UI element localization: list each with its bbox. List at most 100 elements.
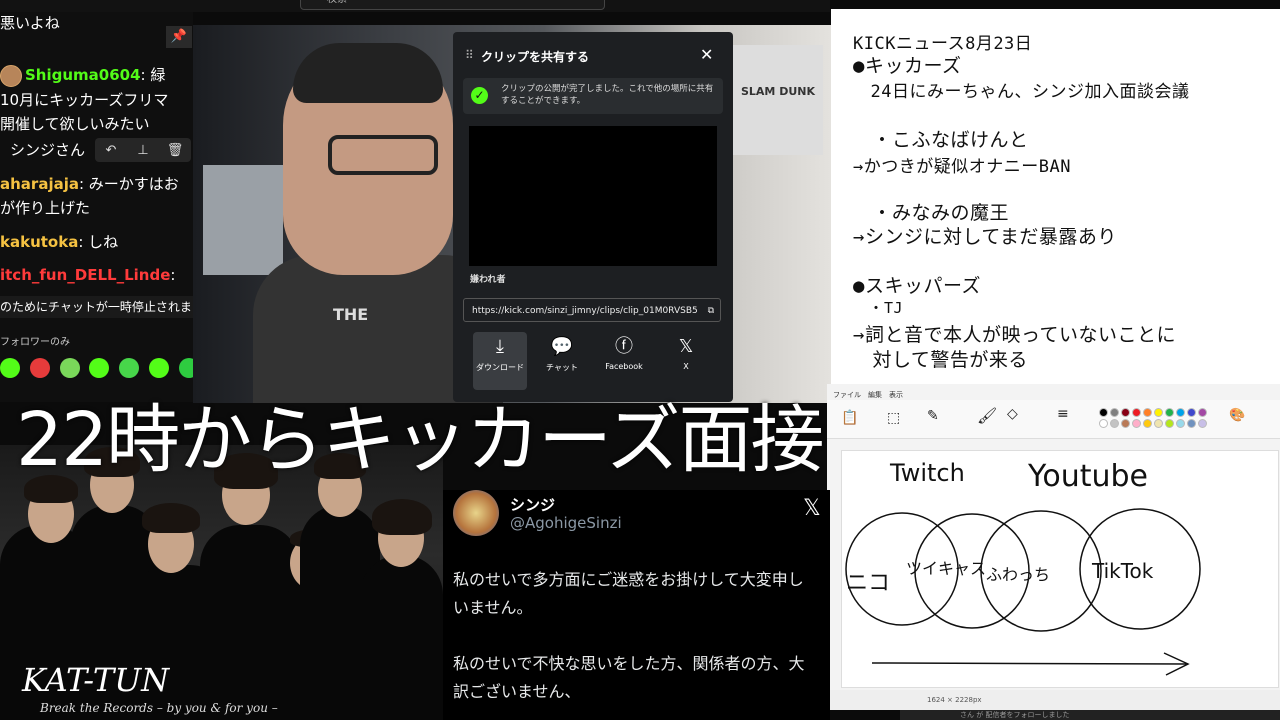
chat-text: 悪いよね <box>0 14 60 32</box>
paint-canvas[interactable]: Twitch Youtube ニコ ツイキャス ふわっち TikTok <box>841 450 1279 688</box>
brush-icon[interactable]: 🖌 <box>977 406 997 425</box>
color-swatch[interactable] <box>1154 408 1163 417</box>
chat-message: 10月にキッカーズフリマ <box>0 89 193 111</box>
shapes-icon[interactable]: ◇ <box>1007 406 1018 422</box>
drag-handle-icon[interactable]: ⠿ <box>465 48 474 62</box>
chat-mode-label: フォロワーのみ <box>0 332 193 354</box>
follow-notification: さん が 配信者をフォローしました <box>900 710 1280 720</box>
copy-icon[interactable]: ⧉ <box>708 299 714 321</box>
shelf <box>203 165 283 275</box>
clip-preview[interactable] <box>469 126 717 266</box>
chat-panel: 悪いよね 📌 Shiguma0604: 緑 10月にキッカーズフリマ 開催して欲… <box>0 12 193 402</box>
search-input[interactable]: 検索 <box>300 0 605 10</box>
emote-icon[interactable] <box>178 357 193 378</box>
tweet-card: シンジ @AgohigeSinzi 𝕏 私のせいで多方面にご迷惑をお掛けして大変… <box>443 490 830 720</box>
pin-icon[interactable]: ⊥ <box>127 139 159 163</box>
color-swatch[interactable] <box>1154 419 1163 428</box>
chat-message: kakutoka: しね <box>0 231 193 253</box>
color-swatch[interactable] <box>1099 419 1108 428</box>
chat-text: : 緑 <box>140 66 166 84</box>
color-swatch[interactable] <box>1187 408 1196 417</box>
success-text: クリップの公開が完了しました。これで他の場所に共有することができます。 <box>501 84 714 106</box>
emote-icon[interactable] <box>89 357 110 378</box>
emote-bar <box>0 356 193 378</box>
hair <box>142 503 200 533</box>
pin-icon[interactable]: 📌 <box>166 26 192 48</box>
x-icon: 𝕏 <box>678 336 694 357</box>
chat-username[interactable]: kakutoka <box>0 233 78 251</box>
news-line: ●キッカーズ <box>853 55 962 77</box>
poster: SLAM DUNK <box>733 45 823 155</box>
color-swatch[interactable] <box>1132 419 1141 428</box>
color-swatch[interactable] <box>1143 419 1152 428</box>
avatar[interactable] <box>453 490 499 536</box>
color-swatch[interactable] <box>1198 419 1207 428</box>
color-swatch[interactable] <box>1176 419 1185 428</box>
overlay-caption: 22時からキッカーズ面接 <box>16 397 824 483</box>
tweet-body: 私のせいで多方面にご迷惑をお掛けして大変申し いません。 私のせいで不快な思いを… <box>453 570 805 701</box>
tweet-author-handle[interactable]: @AgohigeSinzi <box>510 514 622 532</box>
emote-icon[interactable] <box>148 357 169 378</box>
chat-text: 開催して欲しいみたい <box>0 115 150 133</box>
download-icon: ⤓ <box>496 336 504 357</box>
notification-text: さん が 配信者をフォローしました <box>960 711 1070 719</box>
band-name: KAT-TUN <box>22 661 170 699</box>
dialog-title: クリップを共有する <box>481 50 590 64</box>
color-swatch[interactable] <box>1187 419 1196 428</box>
color-swatch[interactable] <box>1176 408 1185 417</box>
reply-icon[interactable]: ↶ <box>95 139 127 163</box>
chat-message: itch_fun_DELL_Linde: <box>0 264 193 286</box>
emote-icon[interactable] <box>0 357 20 378</box>
pencil-icon[interactable]: ✎ <box>927 408 939 424</box>
chat-username[interactable]: aharajaja <box>0 175 79 193</box>
size-icon[interactable]: ≡ <box>1057 406 1069 422</box>
chat-notice: のためにチャットが一時停止されま <box>0 296 193 318</box>
news-line: →かつきが疑似オナニーBAN <box>853 157 1071 177</box>
news-line: ●スキッパーズ <box>853 275 981 297</box>
share-label: チャット <box>546 363 578 372</box>
clip-title: 嫌われ者 <box>470 275 506 285</box>
paint-menu[interactable]: ファイル 編集 表示 <box>833 390 903 400</box>
color-swatch[interactable] <box>1143 408 1152 417</box>
color-swatch[interactable] <box>1110 408 1119 417</box>
chat-text: シンジさん <box>10 141 86 159</box>
clipboard-icon[interactable]: 📋 <box>841 410 858 426</box>
chat-username[interactable]: itch_fun_DELL_Linde <box>0 266 170 284</box>
color-picker-icon[interactable]: 🎨 <box>1229 408 1245 423</box>
color-swatch[interactable] <box>1121 419 1130 428</box>
chat-message: 悪いよね <box>0 12 193 34</box>
clip-url-field[interactable]: https://kick.com/sinzi_jimny/clips/clip_… <box>463 298 721 322</box>
chat-text: フォロワーのみ <box>0 337 70 348</box>
emote-icon[interactable] <box>119 357 140 378</box>
emote-icon[interactable] <box>59 357 80 378</box>
select-icon[interactable]: ⬚ <box>887 410 900 426</box>
color-swatch[interactable] <box>1121 408 1130 417</box>
handwriting-text: ニコ <box>846 571 891 596</box>
album-subtitle: Break the Records – by you & for you – <box>40 701 278 715</box>
chat-message: 開催して欲しいみたい <box>0 113 193 135</box>
chat-message: が作り上げた <box>0 197 193 219</box>
poster-text: SLAM DUNK <box>740 85 815 98</box>
close-icon[interactable]: ✕ <box>700 45 713 64</box>
color-swatch[interactable] <box>1165 419 1174 428</box>
chat-message: Shiguma0604: 緑 <box>0 64 193 87</box>
color-swatch[interactable] <box>1132 408 1141 417</box>
chat-text: : しね <box>78 233 119 251</box>
check-icon: ✓ <box>471 87 488 104</box>
color-swatch[interactable] <box>1165 408 1174 417</box>
color-swatch[interactable] <box>1110 419 1119 428</box>
news-line: 24日にみーちゃん、シンジ加入面談会議 <box>853 82 1190 102</box>
news-line: →詞と音で本人が映っていないことに <box>853 324 1176 346</box>
trash-icon[interactable]: 🗑 <box>159 139 191 163</box>
emote-icon[interactable] <box>29 357 50 378</box>
tweet-author-name[interactable]: シンジ <box>510 494 555 515</box>
person-silhouette <box>360 555 443 720</box>
chat-message: aharajaja: みーかすはお <box>0 173 193 195</box>
color-swatch[interactable] <box>1099 408 1108 417</box>
share-label: X <box>683 362 689 371</box>
news-line: ・みなみの魔王 <box>853 202 1010 224</box>
chat-username[interactable]: Shiguma0604 <box>25 66 141 84</box>
chat-text: が作り上げた <box>0 199 91 217</box>
color-swatch[interactable] <box>1198 408 1207 417</box>
facebook-icon: ⓕ <box>615 336 633 357</box>
